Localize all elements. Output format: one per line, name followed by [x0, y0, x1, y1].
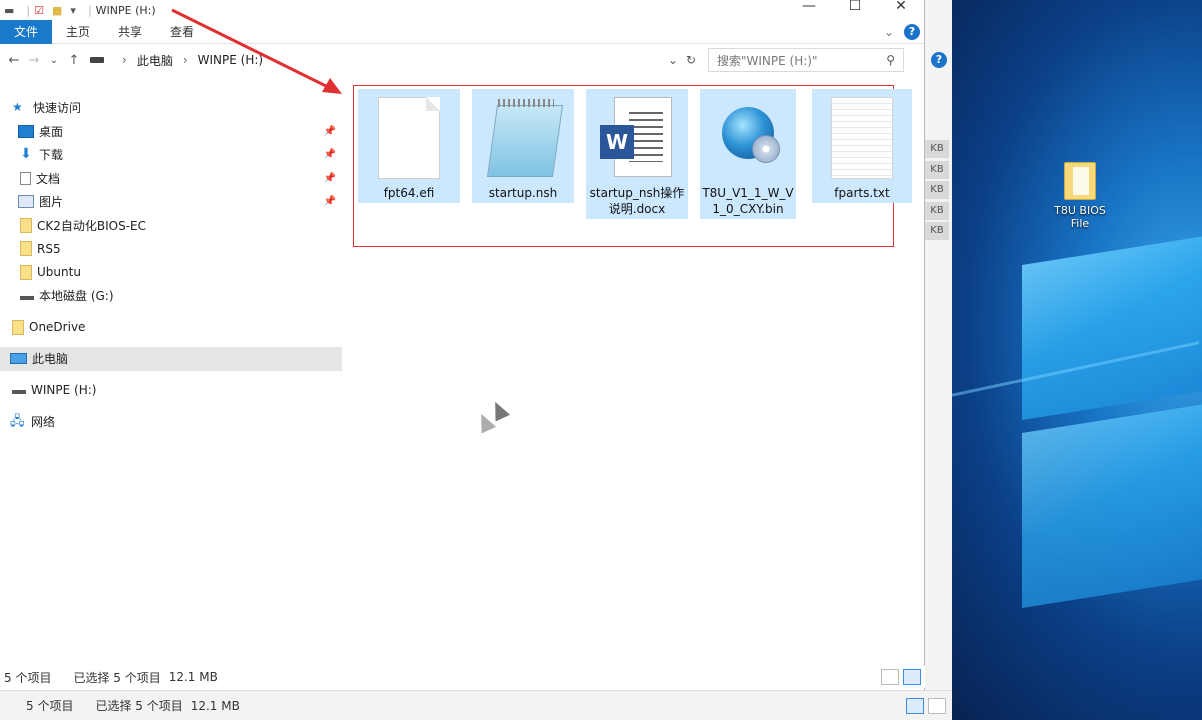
sidebar-item-downloads[interactable]: ⬇ 下载 📌: [0, 143, 342, 167]
status-selected: 已选择 5 个项目: [73, 670, 161, 685]
large-icons-view-icon[interactable]: [903, 669, 921, 685]
folder-icon: [1064, 162, 1096, 200]
wallpaper-pane: [1022, 234, 1202, 421]
sidebar-item-label: RS5: [37, 241, 61, 256]
large-icons-view-icon[interactable]: [928, 697, 946, 714]
document-icon: [20, 171, 31, 185]
details-view-icon[interactable]: [881, 669, 899, 685]
sidebar-item-folder[interactable]: RS5: [0, 237, 342, 261]
file-list-view[interactable]: fpt64.efi startup.nsh W startup_nsh操作说明.…: [352, 85, 920, 666]
computer-icon: [10, 353, 27, 365]
sidebar-item-this-pc[interactable]: 此电脑: [0, 347, 342, 371]
pin-icon[interactable]: 📌: [324, 149, 336, 160]
drive-icon: [12, 386, 26, 395]
wallpaper-pane: [1022, 402, 1202, 609]
details-view-icon[interactable]: [906, 697, 924, 714]
sidebar-item-pictures[interactable]: 图片 📌: [0, 190, 342, 214]
sidebar-item-label: 文档: [36, 171, 61, 186]
sidebar-item-label: 桌面: [39, 124, 64, 139]
folder-icon: [20, 217, 32, 233]
sidebar-item-local-disk[interactable]: 本地磁盘 (G:): [0, 284, 342, 308]
file-name: fparts.txt: [834, 186, 890, 200]
desktop-icon: [18, 124, 34, 138]
status-item-count: 5 个项目: [4, 670, 52, 685]
desktop-icon-label-line1: T8U BIOS: [1054, 204, 1106, 217]
sidebar-item-label: 此电脑: [32, 352, 69, 367]
sidebar-item-label: 下载: [39, 148, 64, 163]
status-size: 12.1 MB: [190, 698, 240, 713]
desktop-icon-label-line2: File: [1070, 217, 1090, 230]
size-badge: KB: [925, 202, 949, 220]
pin-icon[interactable]: 📌: [324, 126, 336, 137]
size-badge: KB: [925, 161, 949, 179]
sidebar-item-label: CK2自动化BIOS-EC: [37, 218, 147, 233]
file-name: startup.nsh: [488, 186, 558, 200]
size-badge: KB: [925, 222, 949, 240]
network-icon: 🖧: [10, 414, 25, 430]
red-annotation-arrow: [171, 8, 342, 94]
pin-icon[interactable]: 📌: [324, 196, 336, 207]
sidebar-item-onedrive[interactable]: OneDrive: [0, 316, 342, 340]
navigation-pane: ★ 快速访问 桌面 📌 ⬇ 下载 📌 文档 📌 图片 📌 CK2自动化BIOS-…: [0, 96, 342, 434]
sidebar-item-desktop[interactable]: 桌面 📌: [0, 120, 342, 144]
pictures-icon: [18, 195, 34, 209]
desktop-folder-t8u-bios[interactable]: T8U BIOS File: [1050, 162, 1110, 230]
pin-icon[interactable]: 📌: [324, 173, 336, 184]
sidebar-item-label: 本地磁盘 (G:): [39, 289, 114, 304]
file-name: T8U_V1_1_W_V1_0_CXY.bin: [702, 186, 794, 216]
sidebar-item-folder[interactable]: Ubuntu: [0, 261, 342, 285]
size-badge: KB: [925, 181, 949, 199]
drive-icon: [20, 292, 34, 300]
help-icon[interactable]: ?: [931, 52, 947, 68]
status-item-count: 5 个项目: [26, 699, 74, 713]
file-name: startup_nsh操作说明.docx: [589, 186, 685, 216]
sidebar-item-winpe[interactable]: WINPE (H:): [0, 379, 342, 403]
mouse-cursor-icon: [489, 399, 509, 421]
background-window-status-bar: 5 个项目 已选择 5 个项目 12.1 MB: [0, 690, 952, 720]
status-size: 12.1 MB: [168, 670, 218, 684]
sidebar-item-network[interactable]: 🖧 网络: [0, 410, 342, 434]
sidebar-item-label: OneDrive: [29, 320, 86, 335]
sidebar-item-label: WINPE (H:): [31, 383, 97, 398]
onedrive-folder-icon: [12, 319, 24, 335]
folder-icon: [20, 241, 32, 257]
sidebar-item-label: 图片: [39, 195, 64, 210]
status-bar: 5 个项目 已选择 5 个项目 12.1 MB: [0, 666, 925, 688]
size-badge: KB: [925, 140, 949, 158]
desktop-background: T8U BIOS File: [925, 0, 1202, 720]
status-selected: 已选择 5 个项目: [95, 699, 183, 713]
file-name: fpt64.efi: [383, 186, 435, 200]
sidebar-item-folder[interactable]: CK2自动化BIOS-EC: [0, 214, 342, 238]
folder-icon: [20, 264, 32, 280]
download-icon: ⬇: [20, 146, 32, 163]
explorer-window: ▬ | ☑ ■ ▾ | WINPE (H:) — ☐ ✕ 文件 主页 共享 查看…: [0, 0, 925, 690]
sidebar-item-label: 网络: [31, 415, 56, 430]
sidebar-item-documents[interactable]: 文档 📌: [0, 167, 342, 191]
sidebar-item-label: Ubuntu: [37, 265, 81, 280]
